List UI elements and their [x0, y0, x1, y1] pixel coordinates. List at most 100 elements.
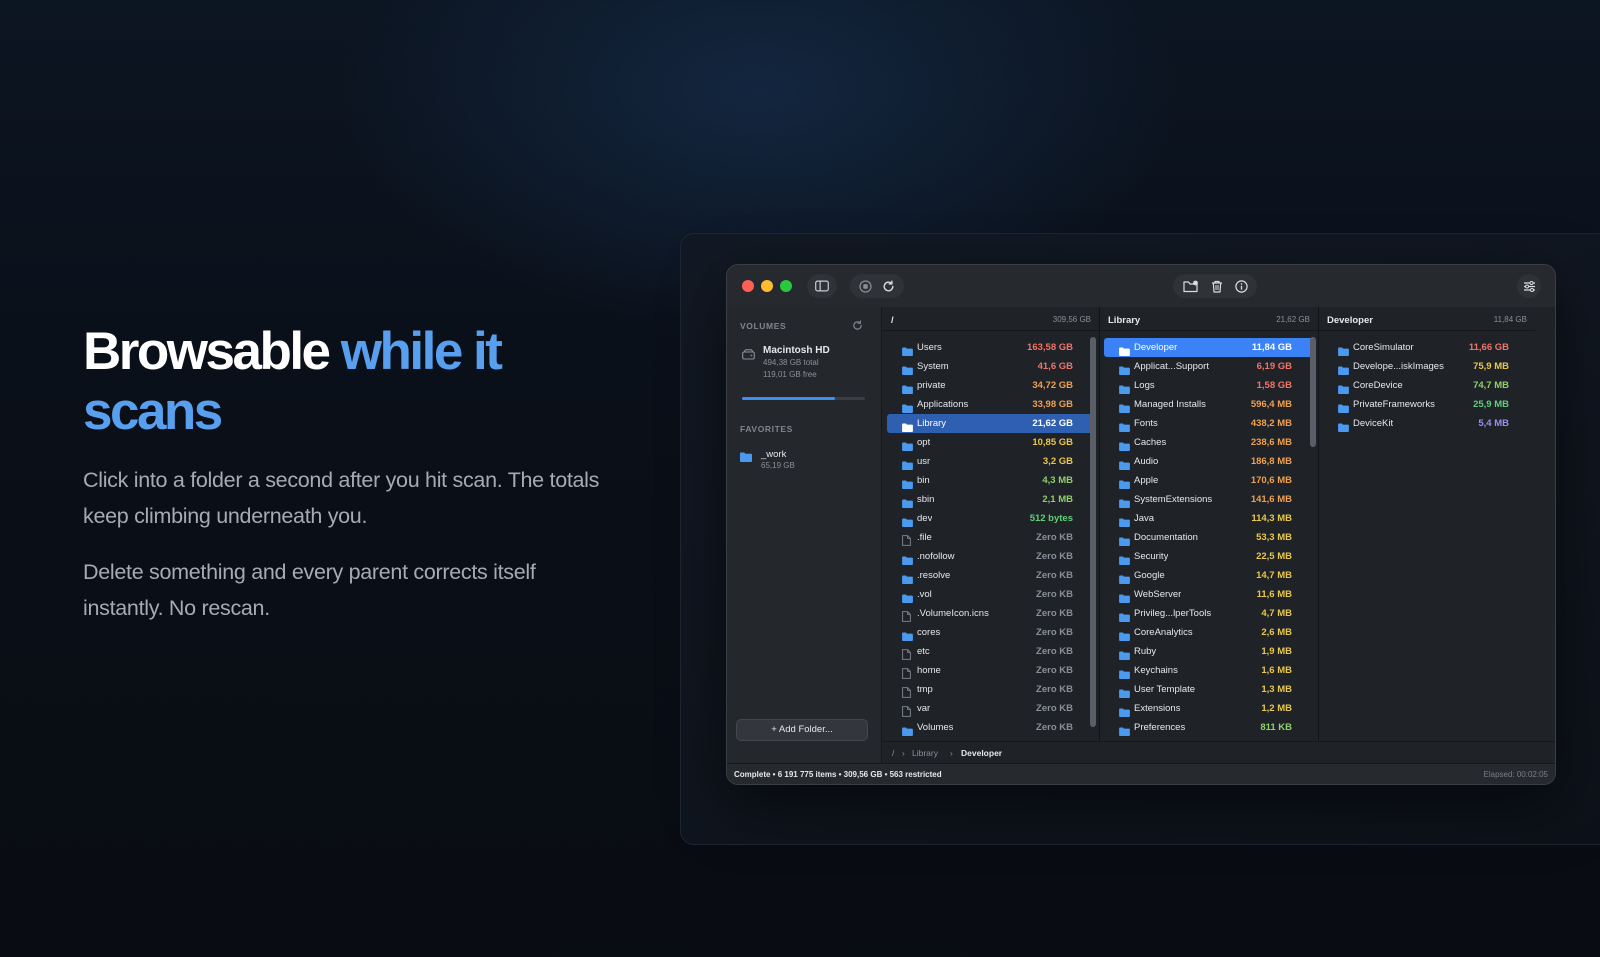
table-row[interactable]: WebServer 11,6 MB	[1104, 585, 1314, 604]
status-summary: Complete • 6 191 775 items • 309,56 GB •…	[734, 770, 942, 779]
refresh-icon[interactable]	[882, 280, 895, 293]
table-row[interactable]: Audio 186,8 MB	[1104, 452, 1314, 471]
column-header: Library 21,62 GB	[1100, 307, 1318, 331]
table-row[interactable]: Develope...iskImages 75,9 MB	[1323, 357, 1531, 376]
table-row[interactable]: Keychains 1,6 MB	[1104, 661, 1314, 680]
table-row[interactable]: Library 21,62 GB	[887, 414, 1095, 433]
row-size: 74,7 MB	[1473, 380, 1509, 391]
table-row[interactable]: CoreAnalytics 2,6 MB	[1104, 623, 1314, 642]
table-row[interactable]: Extensions 1,2 MB	[1104, 699, 1314, 718]
row-size: Zero KB	[1036, 646, 1073, 657]
table-row[interactable]: SystemExtensions 141,6 MB	[1104, 490, 1314, 509]
row-size: 33,98 GB	[1032, 399, 1073, 410]
refresh-volumes-icon[interactable]	[852, 320, 863, 331]
table-row[interactable]: CoreDevice 74,7 MB	[1323, 376, 1531, 395]
row-name: Managed Installs	[1134, 399, 1206, 410]
table-row[interactable]: usr 3,2 GB	[887, 452, 1095, 471]
stop-icon[interactable]	[859, 279, 872, 293]
row-size: Zero KB	[1036, 589, 1073, 600]
info-icon[interactable]	[1234, 279, 1248, 293]
table-row[interactable]: dev 512 bytes	[887, 509, 1095, 528]
table-row[interactable]: Logs 1,58 GB	[1104, 376, 1314, 395]
table-row[interactable]: Users 163,58 GB	[887, 338, 1095, 357]
table-row[interactable]: DeviceKit 5,4 MB	[1323, 414, 1531, 433]
table-row[interactable]: Caches 238,6 MB	[1104, 433, 1314, 452]
row-name: Fonts	[1134, 418, 1158, 429]
table-row[interactable]: var Zero KB	[887, 699, 1095, 718]
table-row[interactable]: System 41,6 GB	[887, 357, 1095, 376]
table-row[interactable]: Applications 33,98 GB	[887, 395, 1095, 414]
table-row[interactable]: .resolve Zero KB	[887, 566, 1095, 585]
trash-icon[interactable]	[1211, 280, 1223, 293]
table-row[interactable]: Developer 11,84 GB	[1104, 338, 1314, 357]
table-row[interactable]: .nofollow Zero KB	[887, 547, 1095, 566]
row-size: Zero KB	[1036, 570, 1073, 581]
table-row[interactable]: Java 114,3 MB	[1104, 509, 1314, 528]
row-name: Applications	[917, 399, 969, 410]
table-row[interactable]: bin 4,3 MB	[887, 471, 1095, 490]
row-size: 1,2 MB	[1261, 703, 1292, 714]
minimize-window-button[interactable]	[761, 280, 773, 292]
table-row[interactable]: Privileg...lperTools 4,7 MB	[1104, 604, 1314, 623]
row-name: Applicat...Support	[1134, 361, 1209, 372]
column-header: / 309,56 GB	[883, 307, 1099, 331]
new-folder-icon[interactable]	[1182, 280, 1199, 293]
status-elapsed: Elapsed: 00:02:05	[1483, 770, 1549, 779]
table-row[interactable]: Managed Installs 596,4 MB	[1104, 395, 1314, 414]
chevron-right-icon: ›	[902, 748, 905, 758]
column-size: 309,56 GB	[1052, 315, 1091, 324]
table-row[interactable]: tmp Zero KB	[887, 680, 1095, 699]
row-name: Library	[917, 418, 947, 429]
row-name: PrivateFrameworks	[1353, 399, 1435, 410]
table-row[interactable]: CoreSimulator 11,66 GB	[1323, 338, 1531, 357]
add-folder-button[interactable]: + Add Folder...	[736, 719, 868, 741]
scrollbar[interactable]	[1090, 337, 1096, 727]
table-row[interactable]: Ruby 1,9 MB	[1104, 642, 1314, 661]
row-size: 11,66 GB	[1468, 342, 1509, 353]
zoom-window-button[interactable]	[780, 280, 792, 292]
close-window-button[interactable]	[742, 280, 754, 292]
row-name: cores	[917, 627, 941, 638]
table-row[interactable]: sbin 2,1 MB	[887, 490, 1095, 509]
sidebar-toggle-button[interactable]	[807, 274, 837, 298]
table-row[interactable]: PrivateFrameworks 25,9 MB	[1323, 395, 1531, 414]
row-size: 4,3 MB	[1042, 475, 1073, 486]
row-name: SystemExtensions	[1134, 494, 1213, 505]
path-segment[interactable]: Library	[912, 748, 938, 758]
path-root[interactable]: /	[892, 748, 894, 758]
row-size: 438,2 MB	[1250, 418, 1292, 429]
table-row[interactable]: .vol Zero KB	[887, 585, 1095, 604]
row-name: dev	[917, 513, 933, 524]
table-row[interactable]: private 34,72 GB	[887, 376, 1095, 395]
table-row[interactable]: .file Zero KB	[887, 528, 1095, 547]
row-size: 25,9 MB	[1473, 399, 1509, 410]
table-row[interactable]: Security 22,5 MB	[1104, 547, 1314, 566]
table-row[interactable]: User Template 1,3 MB	[1104, 680, 1314, 699]
row-name: sbin	[917, 494, 935, 505]
table-row[interactable]: opt 10,85 GB	[887, 433, 1095, 452]
row-size: 811 KB	[1260, 722, 1292, 733]
path-segment-current[interactable]: Developer	[961, 748, 1002, 758]
hero-title-accent-2: scans	[83, 382, 223, 441]
row-size: 53,3 MB	[1256, 532, 1292, 543]
row-size: Zero KB	[1036, 703, 1073, 714]
table-row[interactable]: .VolumeIcon.icns Zero KB	[887, 604, 1095, 623]
table-row[interactable]: Documentation 53,3 MB	[1104, 528, 1314, 547]
column-rows: CoreSimulator 11,66 GB Develope...iskImage…	[1319, 338, 1535, 433]
column-size: 11,84 GB	[1493, 315, 1527, 324]
table-row[interactable]: Apple 170,6 MB	[1104, 471, 1314, 490]
table-row[interactable]: Volumes Zero KB	[887, 718, 1095, 737]
table-row[interactable]: Google 14,7 MB	[1104, 566, 1314, 585]
row-size: 141,6 MB	[1250, 494, 1292, 505]
table-row[interactable]: cores Zero KB	[887, 623, 1095, 642]
table-row[interactable]: Fonts 438,2 MB	[1104, 414, 1314, 433]
table-row[interactable]: etc Zero KB	[887, 642, 1095, 661]
scrollbar[interactable]	[1310, 337, 1316, 447]
row-name: Audio	[1134, 456, 1159, 467]
settings-button[interactable]	[1517, 274, 1541, 298]
table-row[interactable]: home Zero KB	[887, 661, 1095, 680]
row-size: 186,8 MB	[1250, 456, 1292, 467]
column-rows: Users 163,58 GB System 41,6 GB private 34,72 …	[883, 338, 1099, 737]
table-row[interactable]: Preferences 811 KB	[1104, 718, 1314, 737]
table-row[interactable]: Applicat...Support 6,19 GB	[1104, 357, 1314, 376]
